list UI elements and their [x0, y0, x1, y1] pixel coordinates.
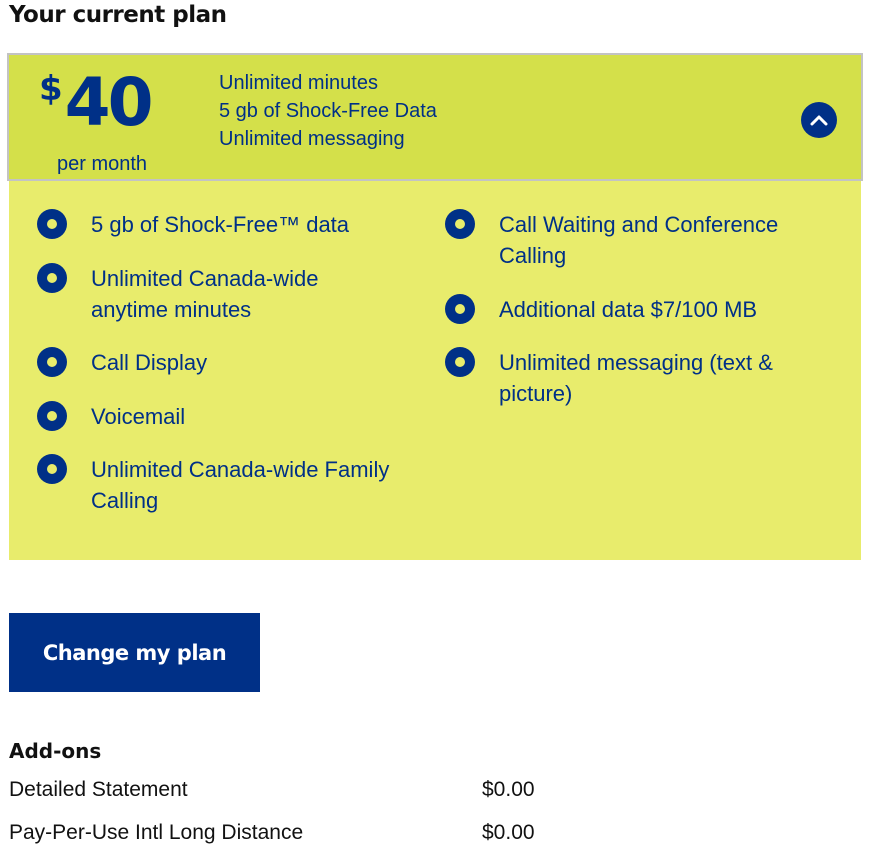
addon-price: $0.00: [482, 821, 535, 844]
bullet-icon: [445, 347, 475, 377]
addon-row: Pay-Per-Use Intl Long Distance $0.00: [9, 821, 609, 851]
bullet-icon: [37, 454, 67, 484]
summary-line: 5 gb of Shock-Free Data: [219, 100, 437, 122]
addon-price: $0.00: [482, 778, 535, 801]
bullet-icon: [37, 347, 67, 377]
price-currency: $: [39, 69, 63, 109]
summary-line: Unlimited messaging: [219, 128, 405, 150]
feature-text: Additional data $7/100 MB: [499, 297, 758, 322]
addon-row: Detailed Statement $0.00: [9, 778, 609, 808]
feature-item: Unlimited Canada-wide anytime minutes: [37, 263, 357, 325]
feature-item: Call Waiting and Conference Calling: [445, 209, 825, 271]
collapse-plan-button[interactable]: [801, 102, 837, 138]
price-amount: $ 40: [39, 64, 154, 141]
bullet-icon: [445, 294, 475, 324]
plan-summary: Unlimited minutes 5 gb of Shock-Free Dat…: [219, 69, 437, 153]
feature-item: Unlimited Canada-wide Family Calling: [37, 454, 427, 516]
chevron-up-icon: [810, 115, 828, 126]
feature-text: Call Display: [91, 350, 208, 375]
summary-line: Unlimited minutes: [219, 72, 378, 94]
addon-name: Detailed Statement: [9, 778, 188, 801]
plan-header[interactable]: $ 40 per month Unlimited minutes 5 gb of…: [7, 53, 863, 181]
price-period: per month: [57, 153, 148, 175]
bullet-icon: [37, 263, 67, 293]
feature-item: 5 gb of Shock-Free™ data: [37, 209, 349, 240]
addons-title: Add-ons: [9, 739, 102, 763]
change-plan-button[interactable]: Change my plan: [9, 613, 260, 692]
feature-item: Call Display: [37, 347, 207, 378]
feature-text: 5 gb of Shock-Free™ data: [91, 212, 350, 237]
feature-item: Additional data $7/100 MB: [445, 294, 825, 325]
feature-text: Unlimited messaging (text & picture): [499, 350, 773, 406]
bullet-icon: [445, 209, 475, 239]
price-number: 40: [64, 64, 154, 141]
feature-item: Voicemail: [37, 401, 185, 432]
feature-text: Voicemail: [91, 404, 186, 429]
feature-text: Unlimited Canada-wide anytime minutes: [91, 266, 319, 322]
feature-text: Unlimited Canada-wide Family Calling: [91, 457, 390, 513]
plan-page: Your current plan $ 40 per month Unlimit…: [0, 0, 886, 853]
bullet-icon: [37, 209, 67, 239]
section-title: Your current plan: [9, 2, 227, 28]
feature-item: Unlimited messaging (text & picture): [445, 347, 825, 409]
addon-name: Pay-Per-Use Intl Long Distance: [9, 821, 304, 844]
bullet-icon: [37, 401, 67, 431]
feature-text: Call Waiting and Conference Calling: [499, 212, 779, 268]
plan-details: 5 gb of Shock-Free™ data Unlimited Canad…: [9, 181, 861, 560]
